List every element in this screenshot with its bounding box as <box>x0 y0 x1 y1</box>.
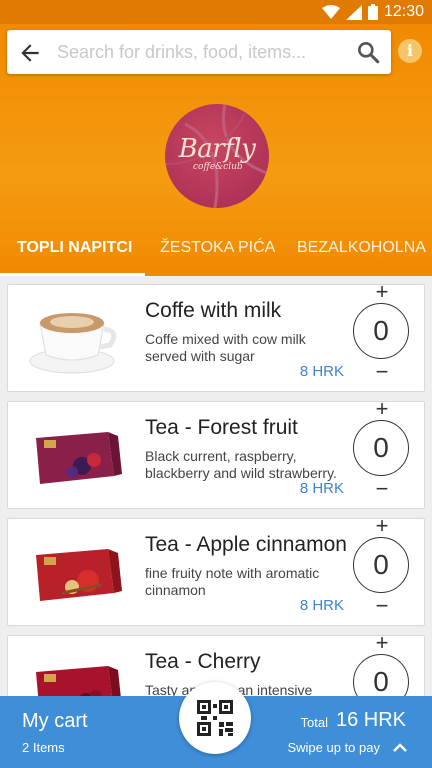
cart-total: 16 HRK <box>335 709 406 731</box>
item-price: 8 HRK <box>299 480 344 497</box>
status-bar: 12:30 <box>0 0 432 24</box>
header: i Barfly coffe&club TOPLI NAPITCI ŽESTOK… <box>0 24 432 276</box>
item-description: fine fruity note with aromatic cinnamon <box>145 565 320 598</box>
search-bar <box>7 30 391 74</box>
battery-icon <box>367 4 378 20</box>
item-name: Tea - Apple cinnamon <box>145 533 347 556</box>
item-name: Tea - Forest fruit <box>145 416 298 439</box>
category-tabs: TOPLI NAPITCI ŽESTOKA PIĆA BEZALKOHOLNA <box>0 228 432 276</box>
item-price: 8 HRK <box>299 597 344 614</box>
tea-box-apple-cinnamon-image <box>36 549 122 601</box>
increase-quantity-button[interactable]: + <box>373 396 391 422</box>
increase-quantity-button[interactable]: + <box>373 513 391 539</box>
quantity-display: 0 <box>353 303 409 359</box>
search-icon[interactable] <box>355 39 381 65</box>
cart-item-count: 2 Items <box>22 740 65 755</box>
item-description: Coffe mixed with cow milk served with su… <box>145 331 306 364</box>
cart-title: My cart <box>22 710 88 732</box>
qr-code-icon <box>197 700 233 736</box>
item-name: Tea - Cherry <box>145 650 261 673</box>
tea-box-forest-fruit-image <box>36 432 122 484</box>
coffee-cup-image <box>29 313 117 374</box>
search-input[interactable] <box>57 37 343 67</box>
item-name: Coffe with milk <box>145 299 282 322</box>
tab-bezalkoholna[interactable]: BEZALKOHOLNA <box>297 228 426 276</box>
back-arrow-icon[interactable] <box>17 40 43 66</box>
venue-logo: Barfly coffe&club <box>165 104 269 208</box>
cart-total-label: Total <box>300 715 328 730</box>
info-icon[interactable]: i <box>398 39 422 63</box>
chevron-up-icon[interactable] <box>392 740 408 754</box>
list-item[interactable]: Tea - Forest fruit Black current, raspbe… <box>7 396 425 509</box>
list-item[interactable]: Coffe with milk Coffe mixed with cow mil… <box>7 279 425 392</box>
logo-name: Barfly <box>178 134 256 164</box>
swipe-up-hint: Swipe up to pay <box>287 740 380 755</box>
decrease-quantity-button[interactable]: − <box>373 593 391 619</box>
tab-topli-napitci[interactable]: TOPLI NAPITCI <box>17 228 132 276</box>
item-price: 8 HRK <box>299 363 344 380</box>
quantity-display: 0 <box>353 537 409 593</box>
increase-quantity-button[interactable]: + <box>373 630 391 656</box>
decrease-quantity-button[interactable]: − <box>373 359 391 385</box>
qr-code-button[interactable] <box>179 682 251 754</box>
wifi-icon <box>321 5 340 19</box>
status-time: 12:30 <box>383 3 424 20</box>
list-item[interactable]: Tea - Apple cinnamon fine fruity note wi… <box>7 513 425 626</box>
logo-subtitle: coffe&club <box>193 162 243 172</box>
decrease-quantity-button[interactable]: − <box>373 476 391 502</box>
item-description: Black current, raspberry, blackberry and… <box>145 448 337 481</box>
signal-icon <box>345 4 362 20</box>
tab-zestoka-pica[interactable]: ŽESTOKA PIĆA <box>160 228 275 276</box>
increase-quantity-button[interactable]: + <box>373 279 391 305</box>
quantity-display: 0 <box>353 420 409 476</box>
